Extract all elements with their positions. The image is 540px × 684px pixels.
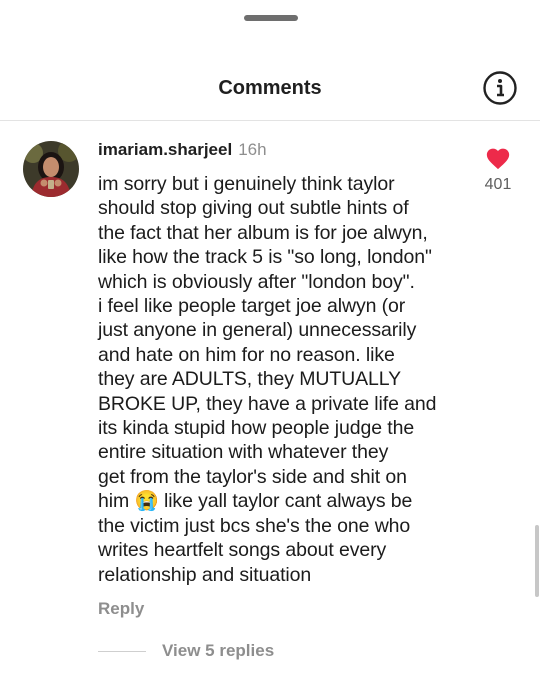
like-count: 401 xyxy=(484,176,512,193)
loudly-crying-emoji: 😭 xyxy=(134,490,159,513)
info-icon[interactable] xyxy=(482,70,518,106)
reply-button[interactable]: Reply xyxy=(98,599,144,619)
comment-text-part1: im sorry but i genuinely think taylor sh… xyxy=(98,173,437,513)
sheet-title: Comments xyxy=(218,77,322,99)
view-replies-button[interactable]: View 5 replies xyxy=(162,641,274,661)
avatar[interactable] xyxy=(23,141,79,197)
sheet-header: Comments xyxy=(0,60,540,120)
comment-text: im sorry but i genuinely think taylor sh… xyxy=(98,172,468,587)
heart-icon[interactable] xyxy=(485,146,511,170)
comment-username[interactable]: imariam.sharjeel xyxy=(98,140,232,159)
like-control: 401 xyxy=(480,146,516,194)
drag-handle[interactable] xyxy=(244,15,298,21)
replies-divider-line xyxy=(98,651,146,652)
comments-sheet: Comments imariam.sharjeel 16h im sorry bu… xyxy=(0,0,540,684)
comment-timestamp: 16h xyxy=(238,140,267,159)
comment-header: imariam.sharjeel 16h xyxy=(98,140,267,160)
header-divider xyxy=(0,120,540,121)
scrollbar[interactable] xyxy=(535,525,539,597)
